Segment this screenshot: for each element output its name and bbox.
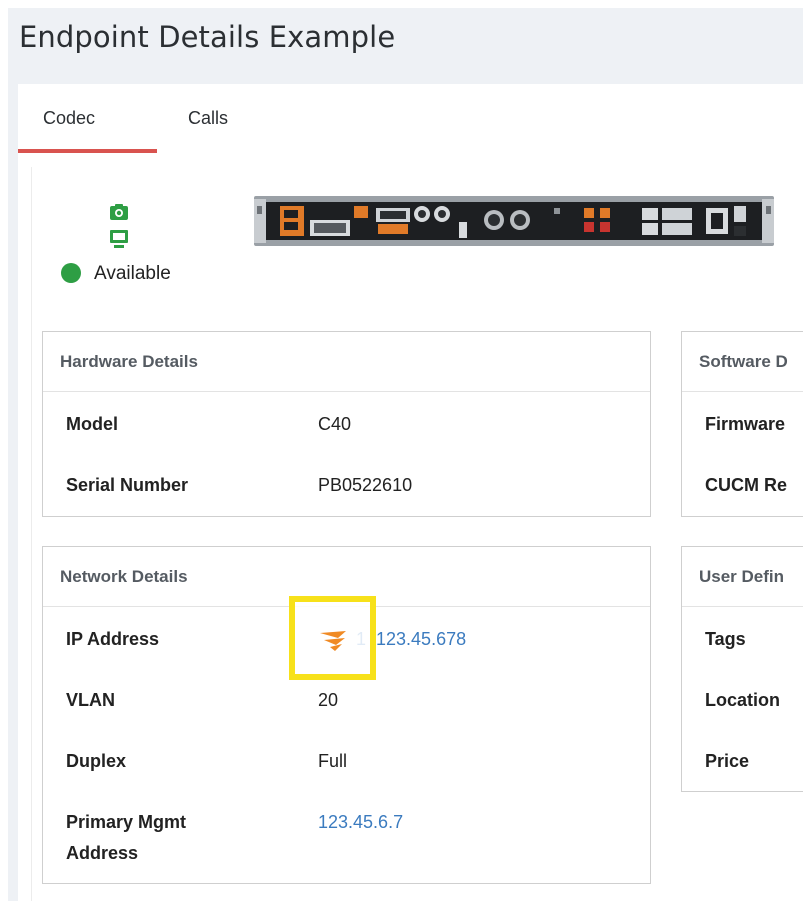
firmware-label: Firmware	[705, 414, 786, 434]
location-label: Location	[705, 690, 780, 710]
status-indicator-dot	[61, 263, 81, 283]
primary-mgmt-address-label: Primary Mgmt Address	[66, 812, 187, 863]
primary-mgmt-address-link[interactable]: 123.45.6.7	[318, 807, 403, 838]
page-title: Endpoint Details Example	[19, 20, 396, 54]
duplex-label: Duplex	[66, 751, 127, 771]
software-details-card: Software D Firmware CUCM Re	[681, 331, 803, 517]
tags-label: Tags	[705, 629, 746, 649]
status-text: Available	[94, 263, 171, 284]
user-defined-card: User Defin Tags Location Price	[681, 546, 803, 792]
tab-codec[interactable]: Codec	[43, 108, 95, 129]
ip-address-label: IP Address	[66, 629, 160, 649]
orion-link-icon[interactable]	[318, 629, 350, 653]
cucm-label: CUCM Re	[705, 475, 788, 495]
serial-number-value: PB0522610	[318, 475, 413, 495]
camera-icon	[110, 204, 128, 220]
active-tab-indicator	[18, 149, 157, 153]
vlan-label: VLAN	[66, 690, 115, 710]
codec-device-image	[254, 196, 774, 246]
price-label: Price	[705, 751, 750, 771]
model-label: Model	[66, 414, 118, 434]
user-defined-title: User Defin	[682, 547, 803, 607]
tab-calls[interactable]: Calls	[188, 108, 228, 129]
hardware-details-card: Hardware Details Model C40 Serial Number…	[42, 331, 651, 517]
duplex-value: Full	[318, 751, 348, 771]
serial-number-label: Serial Number	[66, 475, 189, 495]
software-details-title: Software D	[682, 332, 803, 392]
hardware-details-title: Hardware Details	[43, 332, 650, 392]
vlan-value: 20	[318, 690, 339, 710]
monitor-icon	[110, 230, 128, 248]
model-value: C40	[318, 414, 352, 434]
